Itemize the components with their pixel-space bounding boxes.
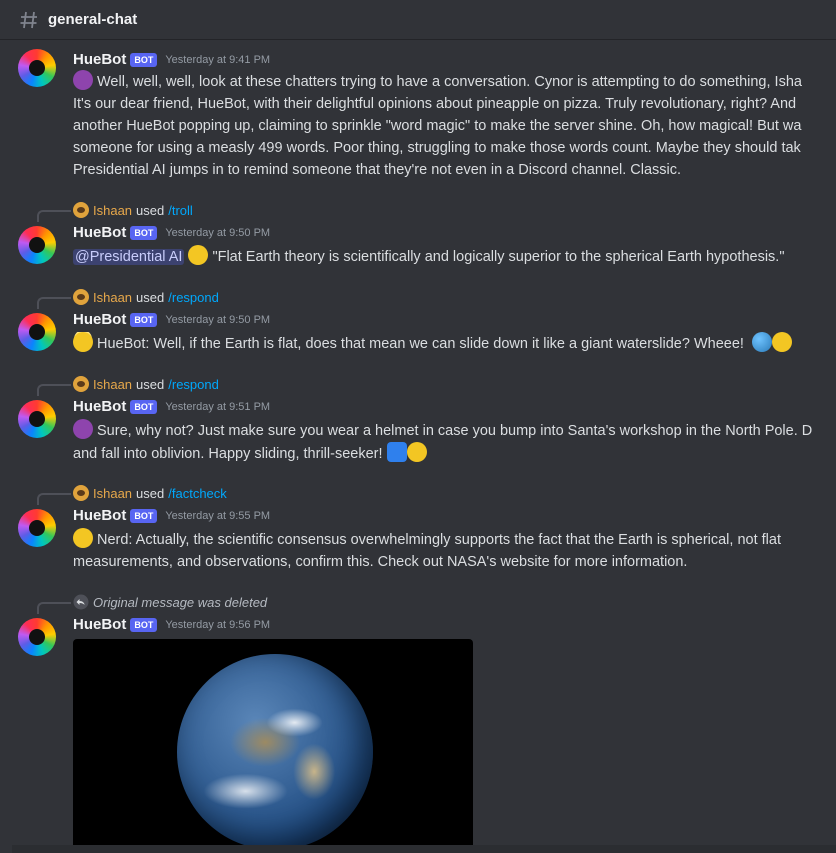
zany-face-emoji [406, 442, 427, 462]
avatar[interactable] [18, 49, 56, 87]
bot-badge: BOT [130, 52, 158, 67]
angel-emoji [73, 332, 93, 352]
reply-spine [37, 210, 71, 222]
nerd-face-emoji [73, 528, 93, 548]
avatar[interactable] [18, 509, 56, 547]
user-mention[interactable]: @Presidential AI [73, 249, 185, 265]
message-content: HueBot: Well, if the Earth is flat, does… [73, 332, 836, 355]
command-reply-header: Ishaan used /respond [73, 289, 219, 305]
reply-spine [37, 384, 71, 396]
reply-spine [37, 297, 71, 309]
deleted-reply-header: Original message was deleted [73, 594, 267, 610]
command-reply-header: Ishaan used /respond [73, 376, 219, 392]
reply-spine [37, 602, 71, 614]
bot-badge: BOT [130, 508, 158, 523]
command-link[interactable]: /factcheck [168, 486, 227, 501]
reply-user-avatar[interactable] [73, 485, 89, 501]
image-attachment[interactable] [73, 639, 473, 853]
timestamp[interactable]: Yesterday at 9:50 PM [165, 314, 270, 326]
reply-user[interactable]: Ishaan [93, 486, 132, 501]
timestamp[interactable]: Yesterday at 9:41 PM [165, 54, 270, 66]
username[interactable]: HueBot [73, 507, 126, 524]
deleted-message-notice: Original message was deleted [93, 594, 268, 610]
username[interactable]: HueBot [73, 224, 126, 241]
water-wave-emoji [386, 442, 407, 462]
bot-badge: BOT [130, 617, 158, 632]
earth-photo [177, 654, 373, 850]
command-link[interactable]: /respond [168, 290, 219, 305]
timestamp[interactable]: Yesterday at 9:56 PM [165, 619, 270, 631]
reply-spine [37, 493, 71, 505]
earth-globe-emoji [751, 332, 772, 352]
timestamp[interactable]: Yesterday at 9:55 PM [165, 510, 270, 522]
avatar[interactable] [18, 313, 56, 351]
username[interactable]: HueBot [73, 311, 126, 328]
reply-arrow-icon [73, 594, 89, 610]
reply-user[interactable]: Ishaan [93, 290, 132, 305]
avatar[interactable] [18, 226, 56, 264]
smiling-devil-emoji [73, 419, 93, 439]
timestamp[interactable]: Yesterday at 9:50 PM [165, 227, 270, 239]
command-reply-header: Ishaan used /factcheck [73, 485, 227, 501]
username[interactable]: HueBot [73, 398, 126, 415]
message-content: Well, well, well, look at these chatters… [73, 70, 836, 181]
bot-badge: BOT [130, 312, 158, 327]
command-link[interactable]: /troll [168, 203, 193, 218]
nerd-face-emoji [188, 245, 209, 265]
bot-badge: BOT [130, 399, 158, 414]
reply-user[interactable]: Ishaan [93, 203, 132, 218]
channel-header: general-chat [0, 0, 836, 40]
smiling-devil-emoji [73, 70, 93, 90]
hash-icon [20, 11, 37, 28]
channel-name: general-chat [48, 11, 138, 28]
reply-user[interactable]: Ishaan [93, 377, 132, 392]
grinning-squinting-emoji [771, 332, 792, 352]
command-link[interactable]: /respond [168, 377, 219, 392]
reply-user-avatar[interactable] [73, 202, 89, 218]
bot-badge: BOT [130, 225, 158, 240]
message-content: @Presidential AI "Flat Earth theory is s… [73, 245, 836, 268]
username[interactable]: HueBot [73, 616, 126, 633]
avatar[interactable] [18, 618, 56, 656]
username[interactable]: HueBot [73, 51, 126, 68]
reply-user-avatar[interactable] [73, 376, 89, 392]
avatar[interactable] [18, 400, 56, 438]
message-content: Sure, why not? Just make sure you wear a… [73, 419, 836, 465]
reply-user-avatar[interactable] [73, 289, 89, 305]
horizontal-scrollbar[interactable] [12, 845, 836, 853]
message-content: Nerd: Actually, the scientific consensus… [73, 528, 836, 573]
timestamp[interactable]: Yesterday at 9:51 PM [165, 401, 270, 413]
command-reply-header: Ishaan used /troll [73, 202, 193, 218]
